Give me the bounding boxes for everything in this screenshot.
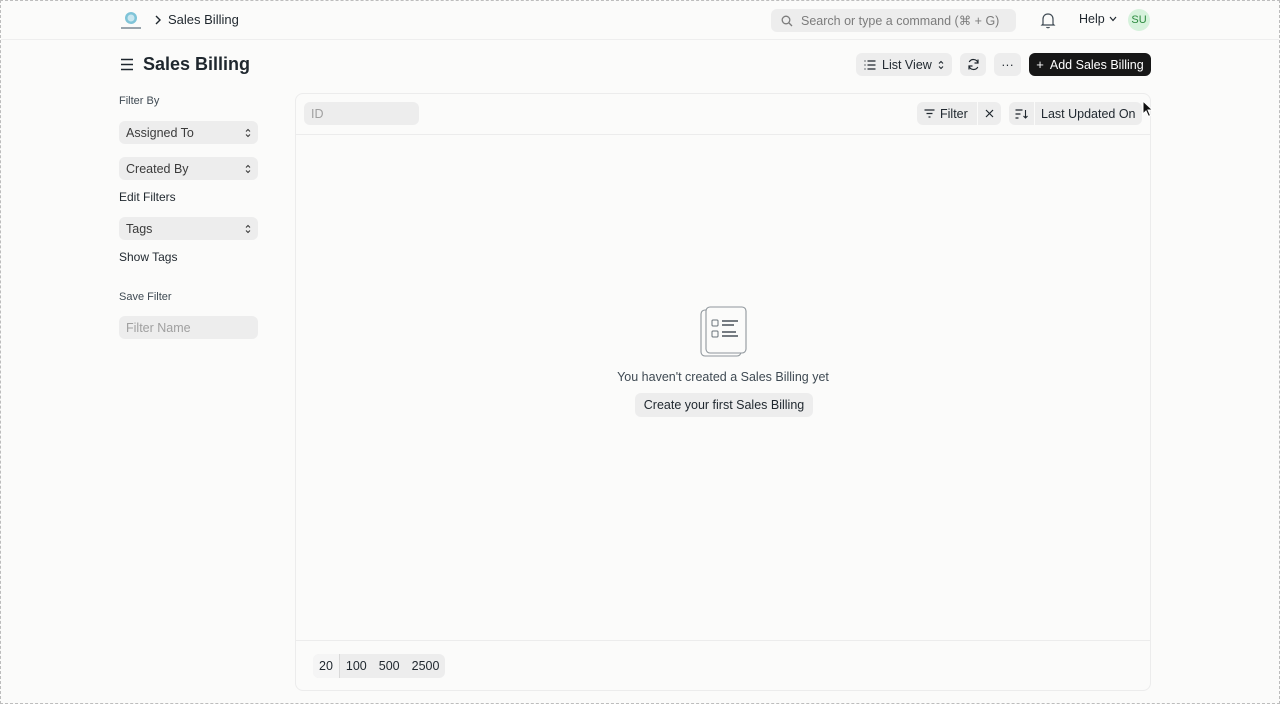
refresh-button[interactable] (960, 53, 986, 76)
list-panel: Filter Last Updated On You have (295, 93, 1151, 691)
clear-filter-button[interactable] (977, 102, 1001, 125)
list-footer-divider (296, 640, 1150, 641)
company-logo-icon[interactable] (119, 10, 143, 32)
page-size-2500[interactable]: 2500 (406, 654, 446, 678)
filter-group: Filter (917, 102, 1001, 125)
help-label: Help (1079, 12, 1105, 26)
assigned-to-label: Assigned To (126, 125, 194, 140)
list-toolbar: Filter Last Updated On (296, 94, 1150, 135)
sort-order-button[interactable] (1009, 102, 1035, 125)
plus-icon: + (1036, 57, 1044, 72)
empty-state-message: You haven't created a Sales Billing yet (617, 370, 829, 384)
add-sales-billing-label: Add Sales Billing (1049, 57, 1144, 72)
select-arrows-icon (245, 164, 251, 173)
mouse-cursor-icon (1142, 100, 1154, 118)
close-icon (985, 109, 994, 118)
filter-icon (924, 109, 935, 118)
select-arrows-icon (245, 224, 251, 233)
created-by-label: Created By (126, 161, 189, 176)
select-arrows-icon (245, 128, 251, 137)
avatar[interactable]: SU (1128, 9, 1150, 31)
list-view-label: List View (882, 57, 932, 72)
more-dots-icon: ··· (1001, 57, 1014, 72)
more-actions-button[interactable]: ··· (994, 53, 1021, 76)
filter-by-heading: Filter By (119, 95, 160, 107)
page-title: Sales Billing (143, 54, 251, 74)
help-menu[interactable]: Help (1079, 12, 1117, 26)
sort-descending-icon (1015, 108, 1028, 119)
edit-filters-link[interactable]: Edit Filters (119, 190, 176, 204)
chevron-down-icon (1109, 16, 1117, 22)
chevron-right-icon (155, 15, 161, 25)
page-size-500[interactable]: 500 (373, 654, 406, 678)
tags-select[interactable]: Tags (119, 217, 258, 240)
notification-bell-icon[interactable] (1040, 12, 1056, 29)
breadcrumb-sales-billing[interactable]: Sales Billing (168, 12, 239, 27)
sidebar-toggle-icon[interactable] (120, 58, 134, 71)
tags-label: Tags (126, 221, 153, 236)
select-arrows-icon (938, 60, 944, 69)
create-first-button[interactable]: Create your first Sales Billing (635, 393, 813, 417)
created-by-select[interactable]: Created By (119, 157, 258, 180)
page-size-20[interactable]: 20 (313, 654, 340, 678)
empty-list-illustration-icon (700, 306, 747, 357)
id-filter-input[interactable] (304, 102, 419, 125)
page-size-100[interactable]: 100 (340, 654, 373, 678)
filter-name-input[interactable] (119, 316, 258, 339)
list-view-switcher[interactable]: List View (856, 53, 952, 76)
sort-by-selector[interactable]: Last Updated On (1035, 107, 1136, 121)
save-filter-heading: Save Filter (119, 291, 172, 303)
list-icon (864, 59, 876, 70)
search-bar[interactable]: Search or type a command (⌘ + G) (771, 9, 1016, 32)
navbar: Sales Billing Search or type a command (… (1, 1, 1279, 40)
page-size-selector: 20 100 500 2500 (313, 654, 446, 678)
filter-button[interactable]: Filter (917, 107, 977, 121)
search-icon (781, 15, 793, 26)
filter-label: Filter (940, 106, 968, 121)
refresh-icon (967, 58, 979, 71)
assigned-to-select[interactable]: Assigned To (119, 121, 258, 144)
sort-group: Last Updated On (1009, 102, 1142, 125)
search-placeholder: Search or type a command (⌘ + G) (801, 14, 1000, 28)
add-sales-billing-button[interactable]: + Add Sales Billing (1029, 53, 1151, 76)
show-tags-link[interactable]: Show Tags (119, 250, 177, 264)
